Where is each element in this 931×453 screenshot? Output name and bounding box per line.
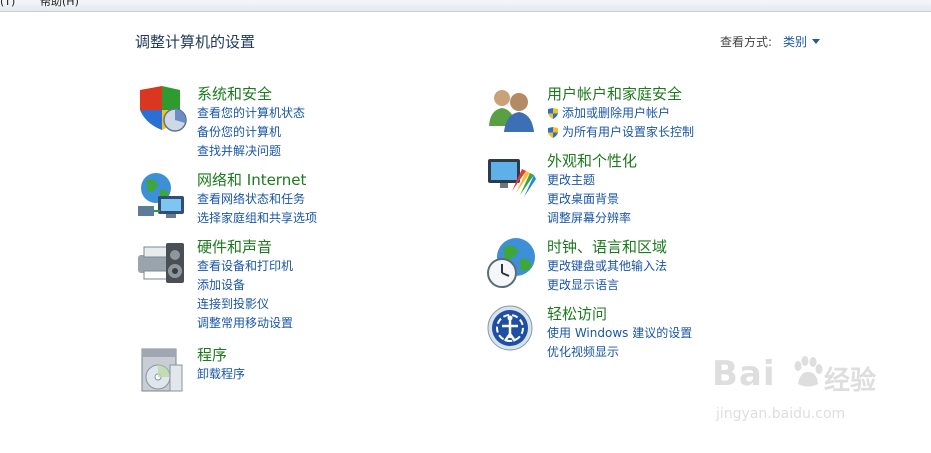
link-screen-resolution[interactable]: 调整屏幕分辨率 [547,209,631,228]
uac-shield-icon [548,108,558,119]
menu-item-help[interactable]: 帮助(H) [40,0,79,9]
watermark-url: jingyan.baidu.com [716,406,846,422]
link-desktop-background[interactable]: 更改桌面背景 [547,190,631,209]
link-connect-projector[interactable]: 连接到投影仪 [197,295,293,314]
category-title[interactable]: 系统和安全 [197,84,272,104]
clock-language-region-icon[interactable] [486,237,538,289]
link-view-computer-status[interactable]: 查看您的计算机状态 [197,104,305,123]
appearance-icon[interactable] [486,151,538,203]
watermark-suffix: 经验 [824,366,877,396]
view-by-dropdown[interactable]: 类别 [783,34,821,50]
network-icon[interactable] [136,170,188,222]
link-view-network-status[interactable]: 查看网络状态和任务 [197,190,317,209]
link-mobility-settings[interactable]: 调整常用移动设置 [197,314,293,333]
category-title[interactable]: 用户帐户和家庭安全 [547,84,682,104]
paw-icon [794,356,823,387]
baidu-jingyan-watermark: Bai 经验 jingyan.baidu.com [712,350,912,440]
system-security-icon[interactable] [136,84,188,136]
menu-item-tools[interactable]: (T) [0,0,15,9]
link-backup-computer[interactable]: 备份您的计算机 [197,123,305,142]
chevron-down-icon [812,39,821,44]
link-label: 添加或删除用户帐户 [562,106,671,120]
link-uninstall-program[interactable]: 卸载程序 [197,365,245,384]
view-by-value: 类别 [783,35,808,49]
link-add-remove-accounts[interactable]: 添加或删除用户帐户 [547,104,694,123]
view-by-label: 查看方式: [720,35,773,49]
uac-shield-icon [548,127,558,138]
hardware-sound-icon[interactable] [136,237,188,289]
category-title[interactable]: 时钟、语言和区域 [547,237,667,257]
user-accounts-icon[interactable] [486,84,538,136]
category-title[interactable]: 网络和 Internet [197,170,306,190]
link-label: 为所有用户设置家长控制 [562,125,695,139]
link-change-theme[interactable]: 更改主题 [547,171,631,190]
programs-icon[interactable] [136,345,188,397]
link-add-device[interactable]: 添加设备 [197,276,293,295]
link-optimize-video-display[interactable]: 优化视频显示 [547,343,692,362]
category-title[interactable]: 外观和个性化 [547,151,637,171]
link-homegroup-sharing[interactable]: 选择家庭组和共享选项 [197,209,317,228]
link-display-language[interactable]: 更改显示语言 [547,276,667,295]
link-windows-recommended-settings[interactable]: 使用 Windows 建议的设置 [547,324,692,343]
link-change-keyboard[interactable]: 更改键盘或其他输入法 [547,257,667,276]
page-title: 调整计算机的设置 [135,33,256,51]
menu-bar: (T) 帮助(H) [0,0,931,12]
category-title[interactable]: 轻松访问 [547,304,607,324]
link-parental-controls[interactable]: 为所有用户设置家长控制 [547,123,694,142]
watermark-brand: Bai [712,354,776,394]
link-devices-printers[interactable]: 查看设备和打印机 [197,257,293,276]
ease-of-access-icon[interactable] [486,304,538,356]
category-title[interactable]: 程序 [197,345,227,365]
category-title[interactable]: 硬件和声音 [197,237,272,257]
link-find-fix-problems[interactable]: 查找并解决问题 [197,142,305,161]
